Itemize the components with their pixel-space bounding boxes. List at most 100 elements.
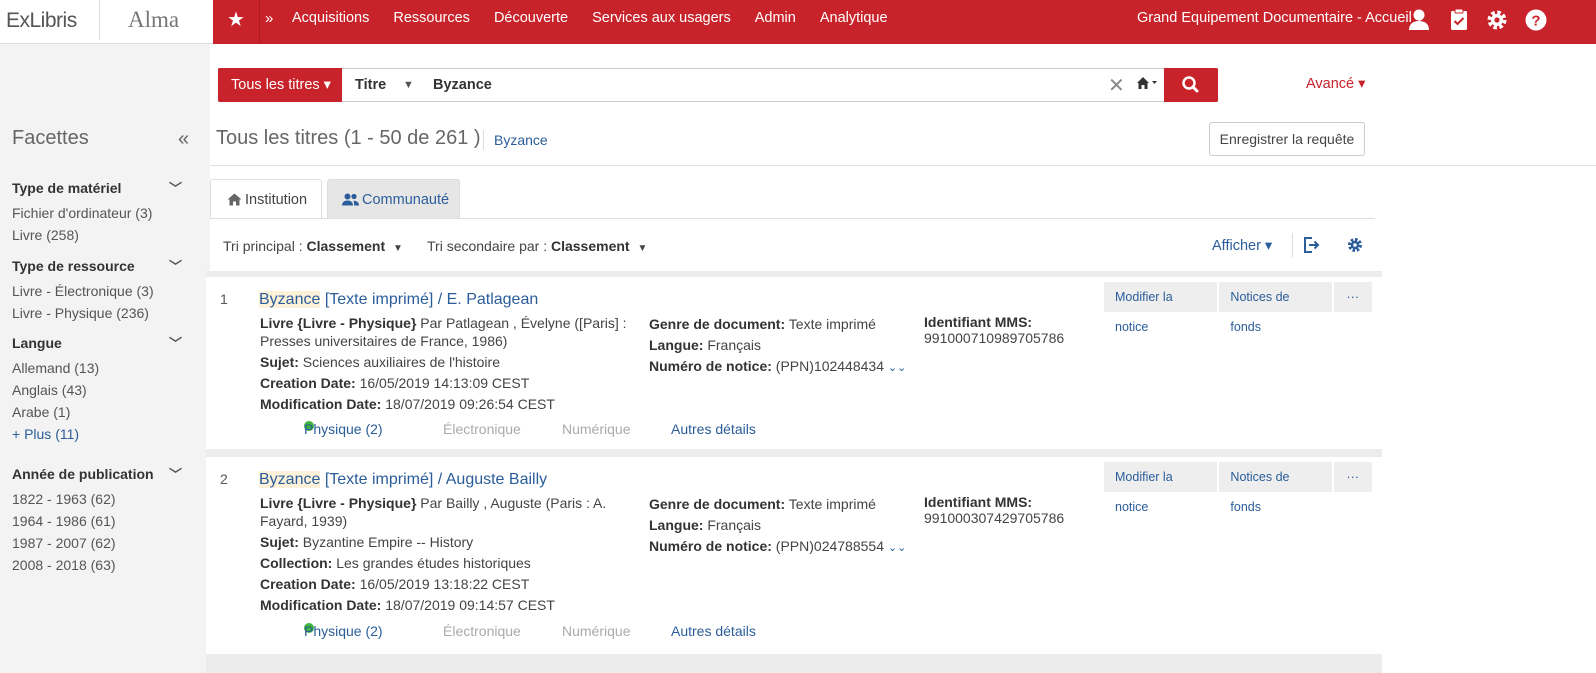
star-icon[interactable]: ★ xyxy=(213,0,260,44)
tab-institution[interactable]: Institution xyxy=(210,179,322,220)
facets-title: Facettes xyxy=(12,127,89,149)
export-icon[interactable] xyxy=(1303,236,1321,254)
chevron-down-icon[interactable]: ﹀ xyxy=(169,333,182,352)
advanced-search-link[interactable]: Avancé ▾ xyxy=(1306,76,1365,92)
more-actions-button[interactable]: ··· xyxy=(1333,462,1372,492)
facet-item[interactable]: Livre - Électronique (3) xyxy=(12,280,182,302)
tab-community[interactable]: Communauté xyxy=(327,179,460,219)
search-button[interactable] xyxy=(1164,68,1218,102)
facet-group-material: Type de matériel ﹀ Fichier d'ordinateur (… xyxy=(12,180,182,246)
divider xyxy=(210,165,1596,166)
menu-item-services[interactable]: Services aux usagers xyxy=(592,0,731,44)
caret-down-icon: ▼ xyxy=(393,243,403,254)
chevron-down-icon[interactable]: ﹀ xyxy=(169,256,182,275)
result-actions: Modifier la notice Notices de fonds ··· xyxy=(1104,462,1374,514)
exlibris-logo: ExLibris xyxy=(6,9,77,32)
result-actions: Modifier la notice Notices de fonds ··· xyxy=(1104,282,1374,334)
edit-record-button[interactable]: Modifier la notice xyxy=(1104,282,1218,334)
facet-group-language: Langue ﹀ Allemand (13) Anglais (43) Arabe… xyxy=(12,335,182,445)
facet-group-header[interactable]: Type de ressource ﹀ xyxy=(12,258,182,280)
result-details: Livre {Livre - Physique} Par Patlagean ,… xyxy=(260,315,627,412)
result-title-link[interactable]: Byzance [Texte imprimé] / E. Patlagean xyxy=(259,291,538,309)
gear-icon[interactable] xyxy=(1484,7,1510,33)
result-title-link[interactable]: Byzance [Texte imprimé] / Auguste Bailly xyxy=(259,471,547,489)
result-meta: Genre de document: Texte imprimé Langue:… xyxy=(649,496,907,554)
result-meta: Genre de document: Texte imprimé Langue:… xyxy=(649,316,907,374)
more-details-link[interactable]: Autres détails xyxy=(671,623,756,639)
more-actions-button[interactable]: ··· xyxy=(1333,282,1372,312)
digital-link: Numérique xyxy=(562,421,631,437)
search-field-dropdown[interactable]: Titre xyxy=(355,69,386,101)
facet-item[interactable]: Arabe (1) xyxy=(12,401,182,423)
result-number: 1 xyxy=(220,291,228,307)
menu-item-acquisitions[interactable]: Acquisitions xyxy=(292,0,369,44)
user-icon[interactable] xyxy=(1406,7,1432,33)
alma-logo: Alma xyxy=(128,7,180,32)
save-query-button[interactable]: Enregistrer la requête xyxy=(1209,122,1365,156)
tasks-icon[interactable] xyxy=(1446,7,1472,33)
facet-item[interactable]: Anglais (43) xyxy=(12,379,182,401)
search-bar: Tous les titres ▾ Titre ▼ Byzance ✕ xyxy=(218,68,1218,102)
sort-primary[interactable]: Tri principal : Classement ▼ xyxy=(223,238,403,254)
sort-secondary[interactable]: Tri secondaire par : Classement ▼ xyxy=(427,238,647,254)
caret-down-icon: ▼ xyxy=(637,243,648,254)
chevron-right-icon[interactable]: » xyxy=(265,10,273,27)
facet-group-header[interactable]: Langue ﹀ xyxy=(12,335,182,357)
result-mms: Identifiant MMS: 991000307429705786 xyxy=(924,494,1065,526)
holdings-button[interactable]: Notices de fonds xyxy=(1219,462,1332,514)
facet-item[interactable]: 1964 - 1986 (61) xyxy=(12,510,182,532)
sort-bar: Tri principal : Classement ▼ Tri seconda… xyxy=(210,219,1375,271)
electronic-link: Électronique xyxy=(443,623,521,639)
facet-group-header[interactable]: Type de matériel ﹀ xyxy=(12,180,182,202)
facet-item[interactable]: 2008 - 2018 (63) xyxy=(12,554,182,576)
result-card: 1 Byzance [Texte imprimé] / E. Patlagean… xyxy=(206,277,1374,449)
logo-divider xyxy=(99,0,100,40)
facet-item[interactable]: 1822 - 1963 (62) xyxy=(12,488,182,510)
facet-item[interactable]: Livre (258) xyxy=(12,224,182,246)
facet-item[interactable]: Fichier d'ordinateur (3) xyxy=(12,202,182,224)
main-content: Tous les titres ▾ Titre ▼ Byzance ✕ Avan… xyxy=(206,44,1596,673)
caret-down-icon[interactable]: ▼ xyxy=(403,69,414,101)
logo[interactable]: ExLibris Alma xyxy=(0,0,213,44)
users-icon xyxy=(342,193,359,206)
collapse-icon[interactable]: « xyxy=(178,128,189,151)
facet-item[interactable]: 1987 - 2007 (62) xyxy=(12,532,182,554)
facet-item[interactable]: Livre - Physique (236) xyxy=(12,302,182,324)
facet-item[interactable]: Allemand (13) xyxy=(12,357,182,379)
help-icon[interactable]: ? xyxy=(1523,7,1549,33)
search-input[interactable]: Byzance xyxy=(433,69,492,101)
expand-icon[interactable]: ⌄⌄ xyxy=(888,542,906,554)
facet-more-link[interactable]: + Plus (11) xyxy=(12,423,182,445)
divider xyxy=(483,130,484,150)
menu-item-decouverte[interactable]: Découverte xyxy=(494,0,568,44)
more-details-link[interactable]: Autres détails xyxy=(671,421,756,437)
facet-group-header[interactable]: Année de publication ﹀ xyxy=(12,466,182,488)
svg-text:?: ? xyxy=(1531,13,1540,30)
chevron-down-icon[interactable]: ﹀ xyxy=(169,464,182,483)
result-details: Livre {Livre - Physique} Par Bailly , Au… xyxy=(260,495,607,613)
facet-group-year: Année de publication ﹀ 1822 - 1963 (62) 1… xyxy=(12,466,182,576)
facet-group-resource: Type de ressource ﹀ Livre - Électronique … xyxy=(12,258,182,324)
chevron-down-icon[interactable]: ﹀ xyxy=(169,178,182,197)
menu-item-admin[interactable]: Admin xyxy=(755,0,796,44)
home-icon[interactable] xyxy=(1136,75,1158,94)
home-icon xyxy=(227,193,242,206)
display-dropdown[interactable]: Afficher ▾ xyxy=(1212,238,1272,254)
close-icon[interactable]: ✕ xyxy=(1108,73,1125,98)
query-tag[interactable]: Byzance xyxy=(494,132,548,148)
search-icon xyxy=(1182,76,1199,93)
result-number: 2 xyxy=(220,471,228,487)
institution-selector[interactable]: Grand Equipement Documentaire - Accueil … xyxy=(1137,10,1423,26)
edit-record-button[interactable]: Modifier la notice xyxy=(1104,462,1218,514)
main-menu: Acquisitions Ressources Découverte Servi… xyxy=(292,0,912,44)
menu-item-analytique[interactable]: Analytique xyxy=(820,0,888,44)
separator xyxy=(206,654,1382,673)
menu-item-ressources[interactable]: Ressources xyxy=(393,0,470,44)
search-scope-dropdown[interactable]: Tous les titres ▾ xyxy=(218,68,342,102)
top-bar: ExLibris Alma ★ » Acquisitions Ressource… xyxy=(0,0,1596,44)
expand-icon[interactable]: ⌄⌄ xyxy=(888,362,906,374)
result-card: 2 Byzance [Texte imprimé] / Auguste Bail… xyxy=(206,457,1374,654)
settings-icon[interactable] xyxy=(1346,236,1364,254)
holdings-button[interactable]: Notices de fonds xyxy=(1219,282,1332,334)
results-title: Tous les titres (1 - 50 de 261 ) xyxy=(216,127,481,149)
